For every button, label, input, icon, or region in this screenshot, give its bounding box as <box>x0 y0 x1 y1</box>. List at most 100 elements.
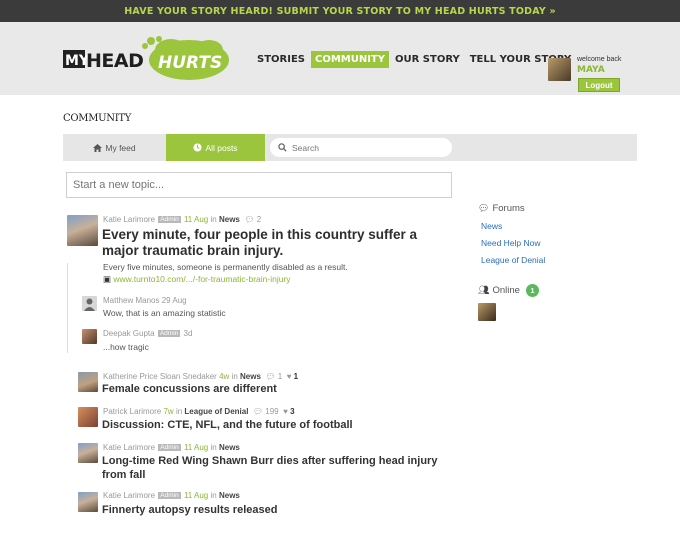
logout-button[interactable]: Logout <box>578 78 620 92</box>
avatar[interactable] <box>78 372 98 392</box>
heart-icon: ♥ <box>286 372 292 381</box>
svg-text:HURTS: HURTS <box>158 53 222 73</box>
reply-author[interactable]: Deepak Gupta <box>103 329 155 338</box>
search-box[interactable] <box>270 138 452 157</box>
reply-text: ...how tragic <box>103 342 149 352</box>
like-count: 3 <box>290 407 295 416</box>
comment-icon: 💬︎ <box>244 215 255 224</box>
search-input[interactable] <box>292 142 442 153</box>
welcome-text: welcome back <box>577 56 622 63</box>
post-forum[interactable]: News <box>219 215 240 224</box>
default-user-icon <box>84 298 95 311</box>
post-meta: Katie Larimore Admin 11 Aug in News <box>103 491 240 500</box>
page-title: COMMUNITY <box>63 113 132 124</box>
post-author[interactable]: Patrick Larimore <box>103 407 161 416</box>
clock-icon <box>193 143 202 152</box>
online-label: Online <box>492 285 520 296</box>
nav-community[interactable]: COMMUNITY <box>310 51 389 68</box>
post-forum[interactable]: News <box>240 372 261 381</box>
post-forum[interactable]: News <box>219 491 240 500</box>
tab-my-feed-label: My feed <box>105 142 136 153</box>
reply-date: 3d <box>183 329 193 338</box>
reply-author[interactable]: Matthew Manos <box>103 296 159 305</box>
avatar[interactable] <box>82 329 97 344</box>
post-in: in <box>175 407 183 416</box>
post-meta: Katherine Price Sloan Snedaker 4w in New… <box>103 372 298 381</box>
comment-count: 199 <box>265 407 279 416</box>
post-forum[interactable]: News <box>219 443 240 452</box>
post-in: in <box>210 443 217 452</box>
post-title[interactable]: Female concussions are different <box>102 382 277 396</box>
featured-post-link-row: ▣ www.turnto10.com/.../-for-traumatic-br… <box>103 274 291 285</box>
like-count: 1 <box>293 372 299 381</box>
post-author[interactable]: Katie Larimore <box>103 491 155 500</box>
post-author[interactable]: Katie Larimore <box>103 215 155 224</box>
svg-text:HEAD: HEAD <box>86 50 143 72</box>
promo-banner[interactable]: HAVE YOUR STORY HEARD! SUBMIT YOUR STORY… <box>0 0 680 22</box>
post-date[interactable]: 4w <box>219 372 229 381</box>
sidebar-forum-news[interactable]: News <box>481 221 502 231</box>
avatar[interactable] <box>78 492 98 512</box>
featured-post-body: Every five minutes, someone is permanent… <box>103 262 348 272</box>
new-topic-input[interactable] <box>66 172 452 198</box>
avatar[interactable] <box>78 443 98 463</box>
post-forum[interactable]: League of Denial <box>184 407 248 416</box>
comment-icon: 💬︎ <box>265 372 276 381</box>
avatar[interactable] <box>67 215 98 246</box>
comment-icon: 💬︎ <box>252 407 264 416</box>
forums-label: Forums <box>492 203 525 214</box>
reply-meta: Matthew Manos 29 Aug <box>103 296 187 305</box>
admin-badge: Admin <box>157 330 181 337</box>
forums-heading: 💬︎ Forums <box>478 203 525 214</box>
post-date[interactable]: 11 Aug <box>184 215 208 224</box>
post-in: in <box>210 215 217 224</box>
post-title[interactable]: Discussion: CTE, NFL, and the future of … <box>102 418 353 432</box>
home-icon <box>93 143 103 152</box>
post-meta: Katie Larimore Admin 11 Aug in News 💬︎ 2 <box>103 215 261 224</box>
tab-all-posts-label: All posts <box>205 142 238 153</box>
comment-count: 2 <box>256 215 262 224</box>
post-author[interactable]: Katherine Price Sloan Snedaker <box>103 372 217 381</box>
heart-icon: ♥ <box>283 407 288 416</box>
main-nav: STORIES COMMUNITY OUR STORY TELL YOUR ST… <box>253 51 577 68</box>
post-author[interactable]: Katie Larimore <box>103 443 155 452</box>
featured-post-title[interactable]: Every minute, four people in this countr… <box>102 227 432 259</box>
online-count-badge: 1 <box>525 284 539 297</box>
admin-badge: Admin <box>158 492 181 499</box>
search-icon <box>278 143 287 152</box>
site-header: MY HEAD HURTS STORIES COMMUNITY OUR STOR… <box>0 22 680 95</box>
users-icon: 👥︎ <box>478 285 490 295</box>
post-title[interactable]: Finnerty autopsy results released <box>102 503 277 517</box>
reply-thread-line <box>67 263 68 353</box>
avatar[interactable] <box>78 407 98 427</box>
post-in: in <box>231 372 238 381</box>
reply-meta: Deepak Gupta Admin 3d <box>103 329 192 338</box>
comment-count: 1 <box>277 372 283 381</box>
post-date[interactable]: 7w <box>163 407 173 416</box>
nav-stories[interactable]: STORIES <box>253 51 309 68</box>
post-meta: Katie Larimore Admin 11 Aug in News <box>103 443 240 452</box>
post-date[interactable]: 11 Aug <box>184 443 208 452</box>
post-meta: Patrick Larimore 7w in League of Denial … <box>103 407 295 416</box>
online-user-avatar[interactable] <box>478 303 496 321</box>
post-in: in <box>210 491 217 500</box>
promo-banner-text[interactable]: HAVE YOUR STORY HEARD! SUBMIT YOUR STORY… <box>124 6 556 17</box>
reply-text: Wow, that is an amazing statistic <box>103 308 226 318</box>
avatar[interactable] <box>82 296 97 311</box>
user-name[interactable]: MAYA <box>577 65 605 75</box>
nav-our-story[interactable]: OUR STORY <box>391 51 464 68</box>
sidebar-forum-need-help-now[interactable]: Need Help Now <box>481 238 541 248</box>
user-avatar[interactable] <box>548 58 571 81</box>
site-logo[interactable]: MY HEAD HURTS <box>63 36 231 82</box>
tab-my-feed[interactable]: My feed <box>63 134 166 161</box>
comments-icon: 💬︎ <box>478 203 490 213</box>
tab-all-posts[interactable]: All posts <box>166 134 265 161</box>
admin-badge: Admin <box>158 216 181 223</box>
sidebar-forum-league-of-denial[interactable]: League of Denial <box>481 255 545 265</box>
admin-badge: Admin <box>158 444 181 451</box>
featured-post-link[interactable]: www.turnto10.com/.../-for-traumatic-brai… <box>113 274 290 284</box>
reply-date: 29 Aug <box>161 296 187 305</box>
post-date[interactable]: 11 Aug <box>184 491 208 500</box>
online-heading: 👥︎ Online 1 <box>478 284 539 297</box>
post-title[interactable]: Long-time Red Wing Shawn Burr dies after… <box>102 454 442 482</box>
